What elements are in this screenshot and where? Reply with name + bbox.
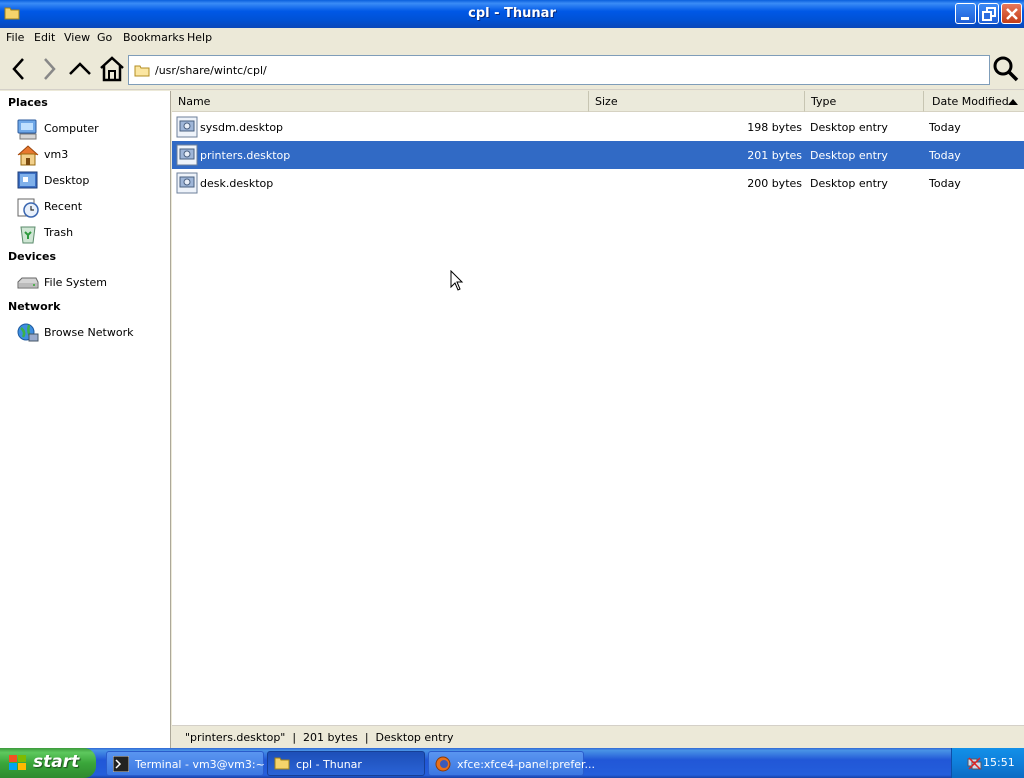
places-heading: Places: [8, 96, 48, 109]
windows-logo-icon: [8, 754, 28, 775]
table-row[interactable]: sysdm.desktop 198 bytes Desktop entry To…: [172, 113, 1024, 141]
menu-bookmarks[interactable]: Bookmarks: [123, 31, 184, 44]
network-status-icon[interactable]: [966, 755, 982, 774]
computer-icon: [16, 118, 38, 140]
devices-heading: Devices: [8, 250, 57, 263]
file-name: desk.desktop: [200, 177, 274, 190]
sidebar-item-browse-network[interactable]: Browse Network: [14, 320, 164, 344]
file-date: Today: [929, 121, 961, 134]
column-header-type[interactable]: Type: [805, 91, 924, 112]
folder-icon: [274, 756, 290, 773]
file-size: 198 bytes: [747, 121, 802, 134]
sidebar-item-label: Recent: [44, 200, 83, 213]
up-button[interactable]: [67, 56, 93, 82]
location-path[interactable]: /usr/share/wintc/cpl/: [155, 64, 267, 77]
sidebar: Places Computer vm3 Desktop Recent Trash…: [0, 91, 171, 748]
table-row[interactable]: desk.desktop 200 bytes Desktop entry Tod…: [172, 169, 1024, 197]
back-button[interactable]: [6, 56, 32, 82]
sidebar-item-computer[interactable]: Computer: [14, 116, 164, 140]
search-icon: [993, 56, 1019, 82]
home-folder-icon: [16, 144, 39, 166]
firefox-icon: [435, 756, 451, 775]
sidebar-item-label: Computer: [44, 122, 99, 135]
mouse-cursor-icon: [450, 269, 464, 295]
status-bar: "printers.desktop" | 201 bytes | Desktop…: [172, 725, 1024, 748]
desktop-entry-icon: [176, 116, 198, 141]
menu-help[interactable]: Help: [187, 31, 212, 44]
desktop-entry-icon: [176, 144, 198, 169]
file-type: Desktop entry: [810, 177, 888, 190]
taskbar-item-thunar[interactable]: cpl - Thunar: [267, 751, 425, 776]
network-heading: Network: [8, 300, 61, 313]
file-type: Desktop entry: [810, 121, 888, 134]
file-date: Today: [929, 149, 961, 162]
menu-go[interactable]: Go: [97, 31, 112, 44]
clock-icon: [16, 196, 39, 218]
table-row[interactable]: printers.desktop 201 bytes Desktop entry…: [172, 141, 1024, 169]
forward-button[interactable]: [36, 56, 62, 82]
status-text: "printers.desktop" | 201 bytes | Desktop…: [185, 731, 454, 744]
taskbar-item-terminal[interactable]: Terminal - vm3@vm3:~: [106, 751, 265, 776]
file-size: 200 bytes: [747, 177, 802, 190]
close-button[interactable]: [1001, 3, 1022, 24]
sidebar-item-label: Trash: [44, 226, 74, 239]
sidebar-item-recent[interactable]: Recent: [14, 194, 164, 218]
menu-edit[interactable]: Edit: [34, 31, 55, 44]
sidebar-item-label: File System: [44, 276, 107, 289]
back-arrow-icon: [12, 58, 24, 80]
location-bar[interactable]: /usr/share/wintc/cpl/: [128, 55, 990, 85]
up-arrow-icon: [69, 62, 91, 75]
terminal-icon: [112, 755, 130, 775]
column-header-size[interactable]: Size: [589, 91, 805, 112]
file-name: printers.desktop: [200, 149, 291, 162]
trash-icon: [16, 222, 38, 244]
hard-drive-icon: [16, 272, 39, 294]
file-date: Today: [929, 177, 961, 190]
file-size: 201 bytes: [747, 149, 802, 162]
network-globe-icon: [16, 322, 39, 344]
sidebar-item-label: vm3: [44, 148, 69, 161]
sort-ascending-icon: [1008, 99, 1018, 105]
menu-view[interactable]: View: [64, 31, 90, 44]
start-button[interactable]: start: [0, 748, 96, 778]
taskbar: start Terminal - vm3@vm3:~ cpl - Thunar …: [0, 748, 1024, 778]
folder-icon: [134, 64, 150, 80]
home-button[interactable]: [99, 56, 125, 82]
window-title: cpl - Thunar: [468, 6, 556, 21]
clock[interactable]: 15:51: [983, 756, 1015, 769]
file-list[interactable]: Name Size Type Date Modified sysdm.deskt…: [172, 91, 1024, 725]
sidebar-item-trash[interactable]: Trash: [14, 220, 164, 244]
menu-bar: File Edit View Go Bookmarks Help: [0, 28, 1024, 48]
column-header-name[interactable]: Name: [172, 91, 589, 112]
file-type: Desktop entry: [810, 149, 888, 162]
sidebar-item-label: Browse Network: [44, 326, 134, 339]
column-header-date-modified[interactable]: Date Modified: [924, 91, 1024, 112]
restore-button[interactable]: [978, 3, 999, 24]
title-bar[interactable]: cpl - Thunar: [0, 0, 1024, 28]
sidebar-item-vm3[interactable]: vm3: [14, 142, 164, 166]
sidebar-item-label: Desktop: [44, 174, 90, 187]
menu-file[interactable]: File: [6, 31, 24, 44]
file-name: sysdm.desktop: [200, 121, 284, 134]
sidebar-item-file-system[interactable]: File System: [14, 270, 164, 294]
taskbar-item-firefox[interactable]: xfce:xfce4-panel:prefer...: [428, 751, 595, 776]
forward-arrow-icon: [44, 58, 56, 80]
minimize-button[interactable]: [955, 3, 976, 24]
desktop-entry-icon: [176, 172, 198, 197]
search-button[interactable]: [991, 54, 1021, 84]
sidebar-item-desktop[interactable]: Desktop: [14, 168, 164, 192]
home-icon: [100, 56, 124, 82]
desktop-icon: [16, 170, 38, 192]
system-tray: 15:51: [951, 748, 1024, 778]
